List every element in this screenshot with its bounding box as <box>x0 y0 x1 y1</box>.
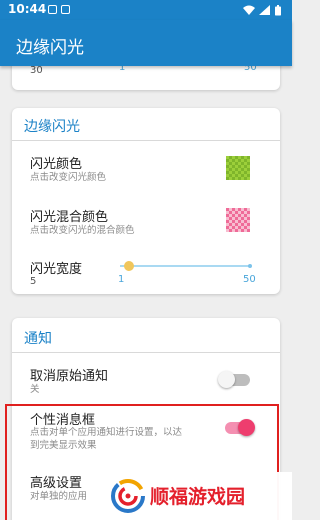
watermark-logo-icon <box>111 479 145 513</box>
slider-max-label: 50 <box>243 274 256 285</box>
status-bar: 10:44 <box>0 0 292 20</box>
mix-color-swatch[interactable] <box>226 208 250 232</box>
edge-flash-card: 边缘闪光 闪光颜色 点击改变闪光颜色 闪光混合颜色 点击改变闪光的混合颜色 闪光… <box>12 108 280 294</box>
flash-width-value: 5 <box>30 276 37 287</box>
slider-value: 30 <box>30 65 43 76</box>
flash-color-swatch[interactable] <box>226 156 250 180</box>
cancel-original-sub: 关 <box>30 384 40 395</box>
card-title-edge-flash: 边缘闪光 <box>24 119 80 135</box>
slider-min-label: 1 <box>118 274 125 285</box>
divider <box>12 140 280 141</box>
app-bar-title: 边缘闪光 <box>16 38 84 58</box>
card-title-notification: 通知 <box>24 331 52 347</box>
switch-thumb <box>218 371 235 388</box>
battery-icon <box>275 5 281 16</box>
status-time: 10:44 <box>8 2 47 16</box>
flash-color-label: 闪光颜色 <box>30 157 83 172</box>
signal-icon <box>259 5 270 15</box>
cancel-original-label: 取消原始通知 <box>30 369 109 384</box>
status-icons <box>242 4 286 16</box>
flash-color-sub: 点击改变闪光颜色 <box>30 172 107 183</box>
wifi-icon <box>243 5 255 15</box>
notification-icon <box>48 5 57 14</box>
app-bar: 边缘闪光 <box>0 20 292 66</box>
mix-color-sub: 点击改变闪光的混合颜色 <box>30 225 135 236</box>
flash-width-slider-thumb[interactable] <box>124 261 134 271</box>
watermark-text: 顺福游戏园 <box>150 486 246 508</box>
slider-end-tick <box>248 264 252 268</box>
divider <box>12 352 280 353</box>
notification-icon <box>61 5 70 14</box>
mix-color-label: 闪光混合颜色 <box>30 210 109 225</box>
flash-width-slider-track[interactable] <box>120 265 250 267</box>
flash-width-label: 闪光宽度 <box>30 262 83 277</box>
